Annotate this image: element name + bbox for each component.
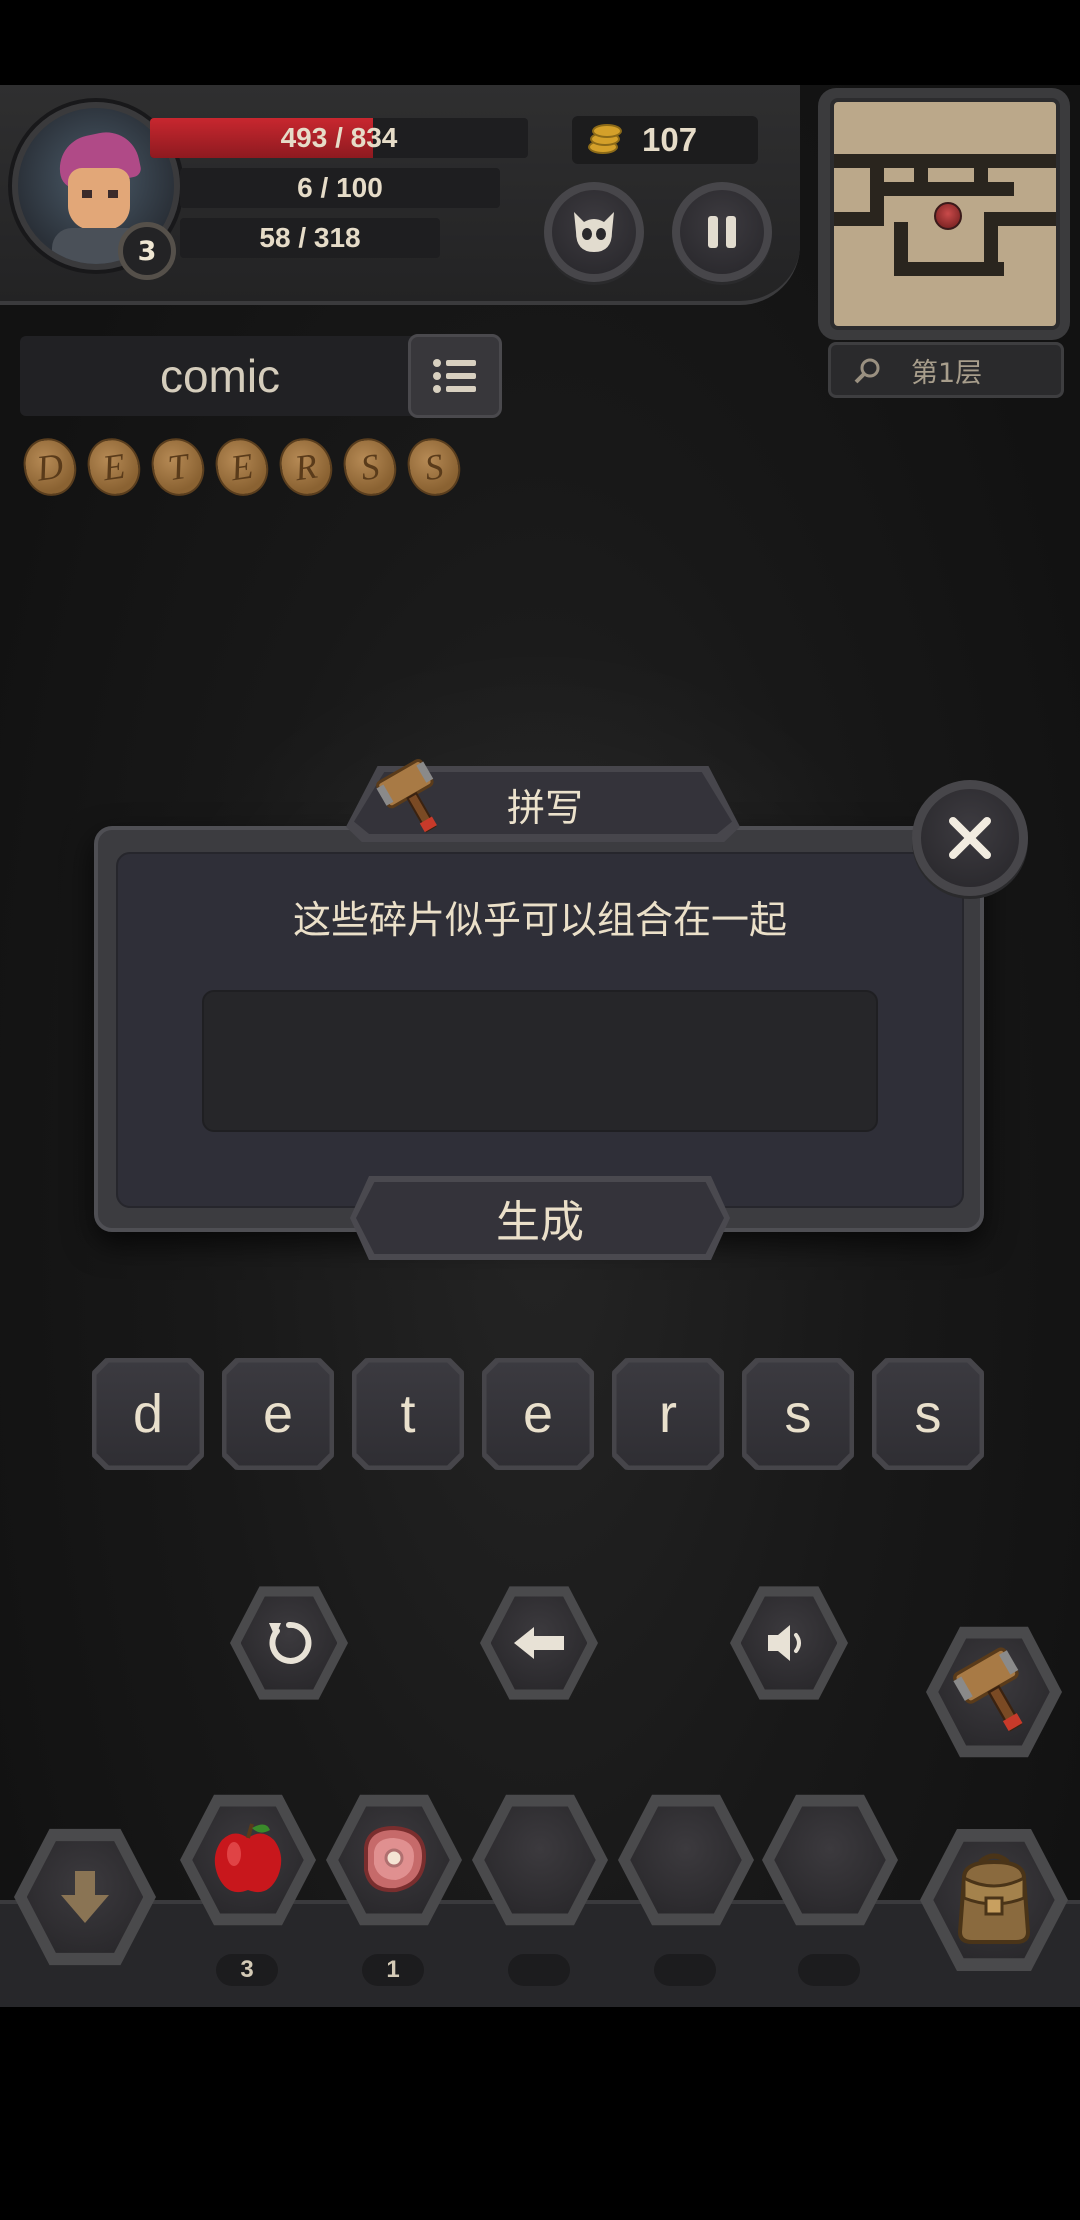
level-badge: 3 [118,222,176,280]
gold-counter: 107 [572,116,758,164]
slot-count: 3 [216,1954,278,1986]
hammer-icon [953,1647,1023,1732]
floor-label: 第1层 [911,357,983,389]
slot-count [798,1954,860,1986]
fragment-token: T [148,434,208,500]
letter-key-label: e [226,1362,330,1466]
letter-key[interactable]: e [222,1358,334,1470]
slot-count: 1 [362,1954,424,1986]
minimap[interactable] [830,98,1060,330]
player-marker [934,202,962,230]
coin-icon [586,122,622,158]
letter-key-label: t [356,1362,460,1466]
slot-count [654,1954,716,1986]
slot-count [508,1954,570,1986]
apple-icon [214,1823,282,1893]
down-arrow-icon [61,1871,109,1923]
xp-bar: 58 / 318 [180,218,440,258]
close-icon [949,817,991,859]
dialog-message: 这些碎片似乎可以组合在一起 [292,897,787,942]
fragment-token: S [340,434,400,500]
backspace-arrow-icon [514,1627,564,1659]
meat-icon [363,1825,426,1893]
letter-key-label: s [876,1362,980,1466]
letter-key[interactable]: s [872,1358,984,1470]
fragment-token: S [404,434,464,500]
letter-key[interactable]: r [612,1358,724,1470]
fragment-tokens: D E T E R S S [20,434,464,500]
pause-button[interactable] [672,182,772,282]
fragment-token: E [212,434,272,500]
letter-key[interactable]: d [92,1358,204,1470]
undo-button[interactable] [230,1586,348,1700]
speaker-icon [768,1625,801,1661]
backspace-button[interactable] [480,1586,598,1700]
fragment-token: R [276,434,336,500]
letter-key-label: r [616,1362,720,1466]
game-screen: 3 493 / 834 6 / 100 58 / 318 107 第1层 com… [0,0,1080,2220]
xp-text: 58 / 318 [259,222,361,253]
pause-icon [708,216,736,248]
dialog-title: 拼写 [506,785,583,830]
nav-area [0,2007,1080,2220]
generate-button-label[interactable]: 生成 [350,1176,730,1260]
hp-bar: 493 / 834 [150,118,528,158]
mp-bar: 6 / 100 [180,168,500,208]
undo-icon [269,1621,312,1664]
search-icon [854,358,880,384]
hp-text: 493 / 834 [280,122,398,153]
letter-key-label: d [96,1362,200,1466]
monster-button[interactable] [544,182,644,282]
monster-face-icon [574,212,614,252]
word-list-button[interactable] [408,334,502,418]
letter-key[interactable]: e [482,1358,594,1470]
letter-keys: d e t e r s s [92,1358,984,1470]
forge-button[interactable] [926,1626,1062,1758]
list-icon [433,359,476,393]
fragment-token: E [84,434,144,500]
letter-key-label: e [486,1362,590,1466]
target-word: comic [159,350,281,402]
close-button[interactable] [912,780,1028,896]
letter-key[interactable]: t [352,1358,464,1470]
spell-input-field[interactable] [202,990,878,1132]
status-bar-area [0,0,1080,85]
backpack-icon [957,1853,1030,1944]
gold-value: 107 [642,121,698,158]
floor-indicator[interactable]: 第1层 [828,342,1064,398]
letter-key[interactable]: s [742,1358,854,1470]
fragment-token: D [20,434,80,500]
sound-button[interactable] [730,1586,848,1700]
letter-key-label: s [746,1362,850,1466]
mp-text: 6 / 100 [297,172,383,203]
